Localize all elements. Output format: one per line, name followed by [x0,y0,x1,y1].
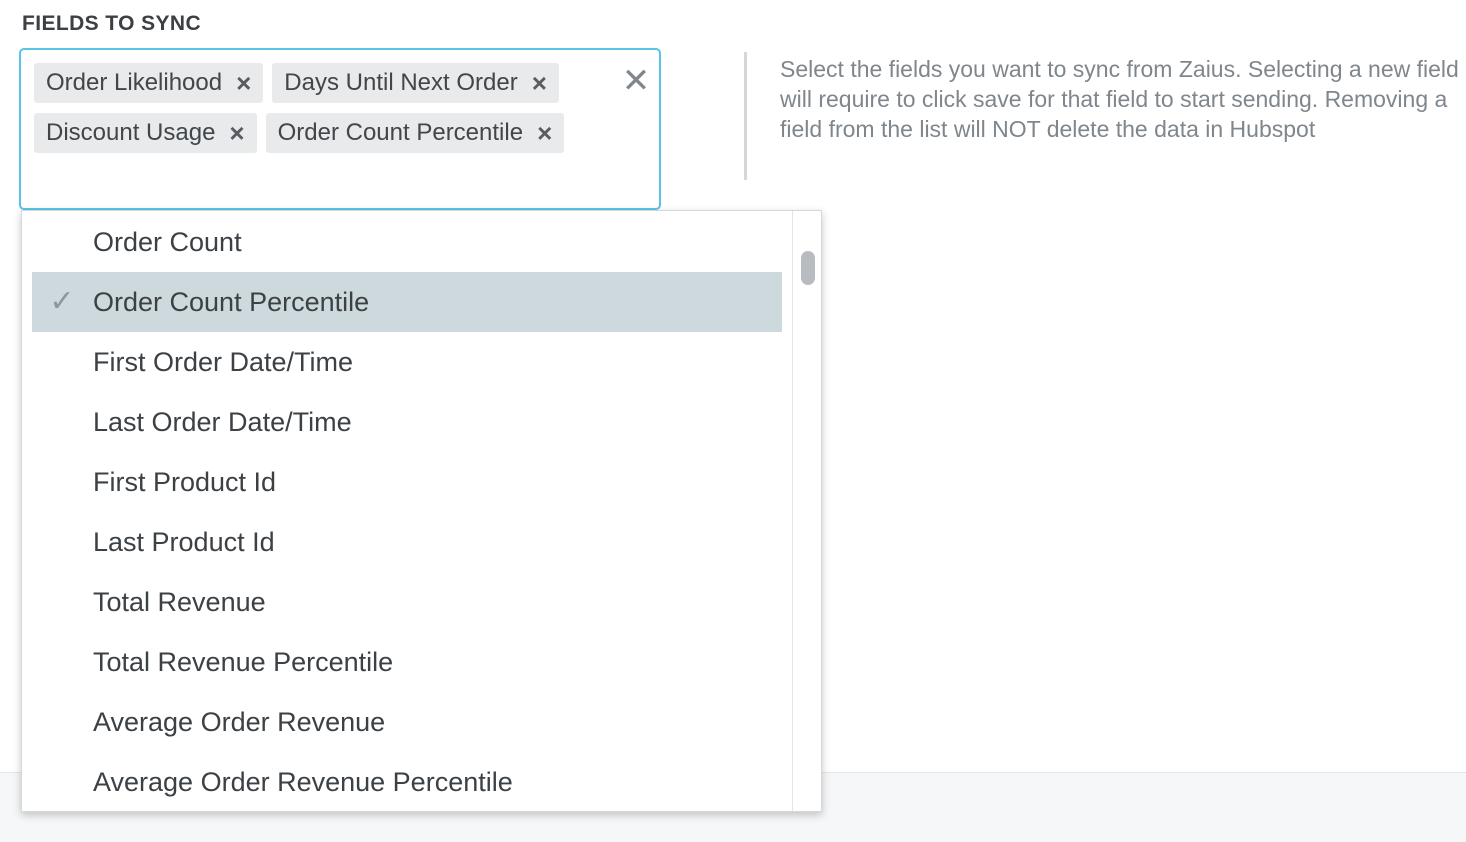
help-text: Select the fields you want to sync from … [780,56,1459,142]
tag-label: Order Count Percentile [277,119,524,146]
option-label: Total Revenue Percentile [93,647,394,677]
option-label: Total Revenue [93,587,266,617]
option-order-count[interactable]: Order Count [32,212,782,272]
tag-order-count-percentile: Order Count Percentile × [265,113,565,153]
fields-dropdown-menu: Order Count ✓ Order Count Percentile Fir… [21,210,822,812]
remove-tag-icon[interactable]: × [537,120,552,146]
tag-label: Discount Usage [46,119,216,146]
option-total-revenue-percentile[interactable]: Total Revenue Percentile [32,632,782,692]
scrollbar-thumb[interactable] [801,251,815,285]
option-total-revenue[interactable]: Total Revenue [32,572,782,632]
tag-discount-usage: Discount Usage × [34,113,257,153]
options-list: Order Count ✓ Order Count Percentile Fir… [32,212,782,811]
option-first-product-id[interactable]: First Product Id [32,452,782,512]
option-label: Average Order Revenue Percentile [93,767,513,797]
clear-all-icon[interactable]: ✕ [621,64,651,98]
option-label: Order Count Percentile [93,287,370,317]
tag-days-until-next-order: Days Until Next Order × [272,63,559,103]
option-label: Order Count [93,227,242,257]
option-label: First Product Id [93,467,277,497]
fields-multiselect[interactable]: Order Likelihood × Days Until Next Order… [19,48,661,210]
tag-label: Days Until Next Order [284,69,518,96]
tag-label: Order Likelihood [46,69,223,96]
selected-tags: Order Likelihood × Days Until Next Order… [34,63,594,153]
option-label: Average Order Revenue [93,707,386,737]
dropdown-scrollbar[interactable] [792,211,821,811]
page: FIELDS TO SYNC Order Likelihood × Days U… [0,0,1466,842]
remove-tag-icon[interactable]: × [532,70,547,96]
option-order-count-percentile[interactable]: ✓ Order Count Percentile [32,272,782,332]
option-label: Last Order Date/Time [93,407,352,437]
option-average-order-revenue-percentile[interactable]: Average Order Revenue Percentile [32,752,782,811]
option-last-order-date-time[interactable]: Last Order Date/Time [32,392,782,452]
option-last-product-id[interactable]: Last Product Id [32,512,782,572]
remove-tag-icon[interactable]: × [236,70,251,96]
option-label: Last Product Id [93,527,275,557]
option-label: First Order Date/Time [93,347,354,377]
option-first-order-date-time[interactable]: First Order Date/Time [32,332,782,392]
section-label: FIELDS TO SYNC [22,12,202,35]
help-panel: Select the fields you want to sync from … [744,52,1459,180]
checkmark-icon: ✓ [49,285,75,318]
remove-tag-icon[interactable]: × [229,120,244,146]
option-average-order-revenue[interactable]: Average Order Revenue [32,692,782,752]
tag-order-likelihood: Order Likelihood × [34,63,264,103]
